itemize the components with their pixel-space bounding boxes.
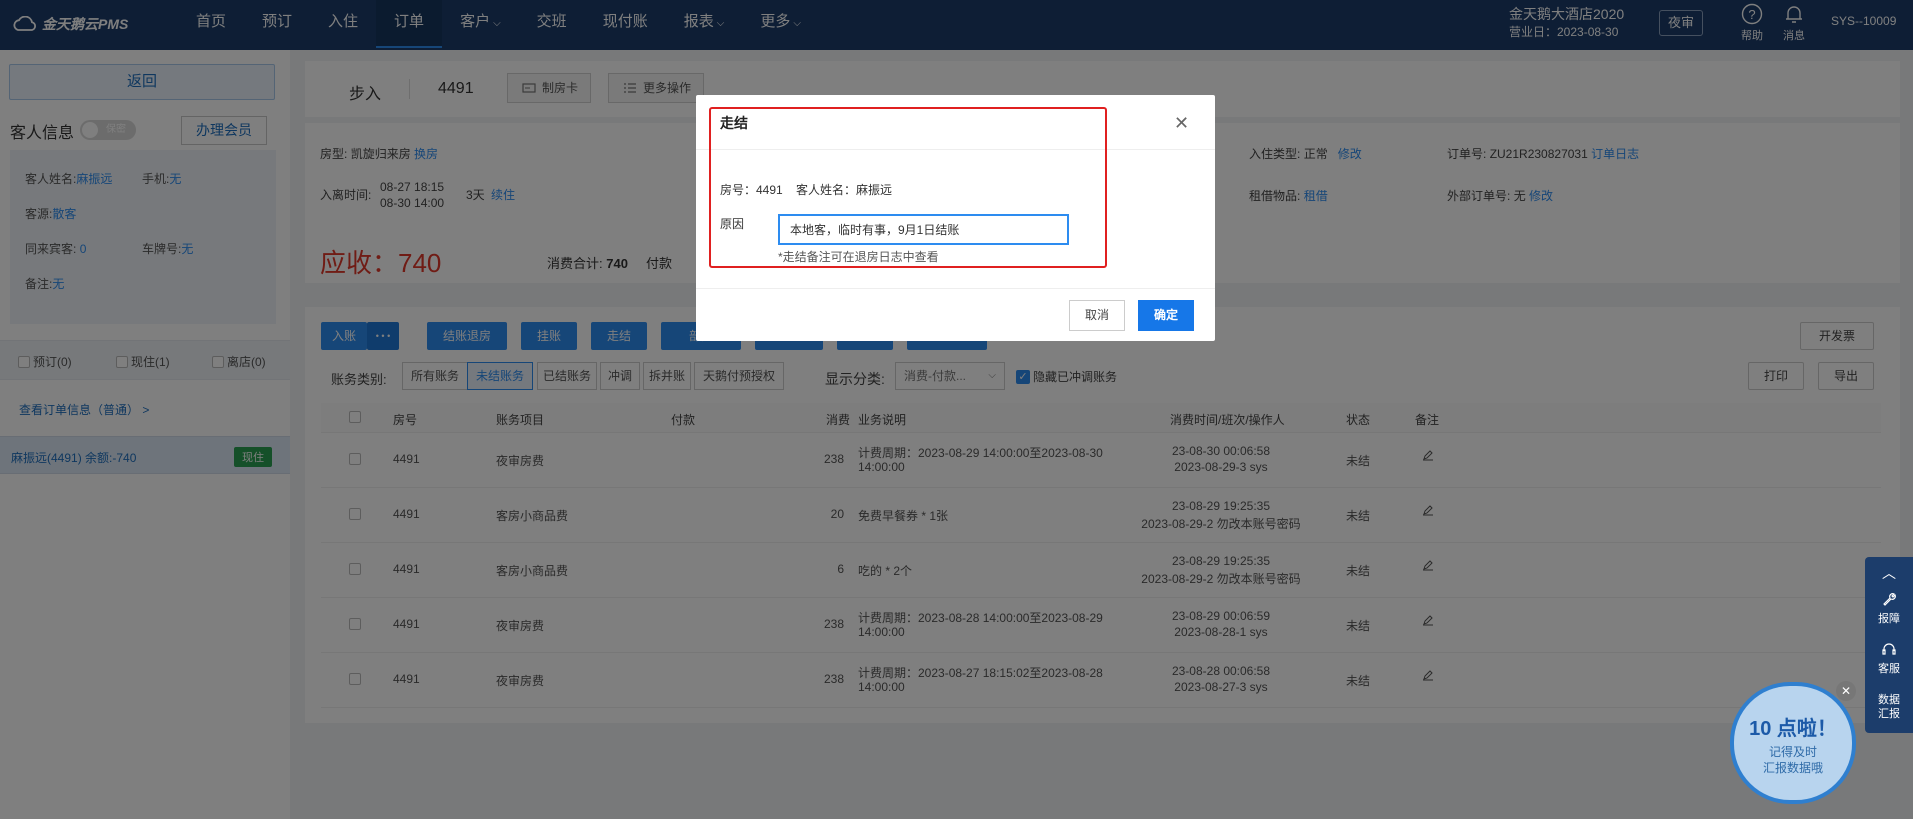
chevron-up-icon: ︿ — [1882, 565, 1896, 581]
floating-toolbar: ︿ 报障 客服 数据 汇报 — [1865, 557, 1913, 733]
report-reminder-badge[interactable]: 10 点啦！ 记得及时汇报数据哦 — [1730, 682, 1856, 804]
reminder-line-1: 记得及时 — [1768, 745, 1817, 759]
data-report-label-2: 汇报 — [1878, 708, 1900, 720]
dialog-title: 走结 — [720, 115, 748, 131]
headset-icon — [1882, 643, 1896, 655]
customer-service-label: 客服 — [1878, 663, 1900, 675]
data-report-button[interactable]: 数据 汇报 — [1865, 693, 1913, 721]
report-issue-label: 报障 — [1878, 613, 1900, 625]
reminder-title: 10 点啦！ — [1749, 718, 1837, 740]
reminder-text: 记得及时 汇报数据哦 — [1734, 744, 1852, 776]
reason-label: 原因 — [720, 217, 745, 231]
collapse-button[interactable]: ︿ — [1865, 563, 1913, 583]
divider — [696, 288, 1215, 289]
walk-settle-dialog: 走结 ✕ 房号：4491 客人姓名：麻振远 原因 *走结备注可在退房日志中查看 … — [696, 95, 1215, 341]
divider — [696, 149, 1215, 150]
close-icon[interactable]: ✕ — [1836, 681, 1856, 701]
dialog-room-guest: 房号：4491 客人姓名：麻振远 — [720, 181, 892, 198]
reason-hint: *走结备注可在退房日志中查看 — [778, 250, 939, 264]
wrench-icon — [1883, 593, 1896, 606]
reason-input[interactable] — [778, 214, 1069, 245]
report-issue-button[interactable]: 报障 — [1865, 591, 1913, 626]
close-icon[interactable]: ✕ — [1174, 113, 1189, 134]
customer-service-button[interactable]: 客服 — [1865, 641, 1913, 676]
data-report-label-1: 数据 — [1878, 694, 1900, 706]
reminder-line-2: 汇报数据哦 — [1762, 761, 1823, 775]
dialog-room: 房号：4491 — [720, 183, 783, 197]
cancel-button[interactable]: 取消 — [1069, 300, 1125, 331]
dialog-guest: 客人姓名：麻振远 — [796, 183, 893, 197]
confirm-button[interactable]: 确定 — [1138, 300, 1194, 331]
